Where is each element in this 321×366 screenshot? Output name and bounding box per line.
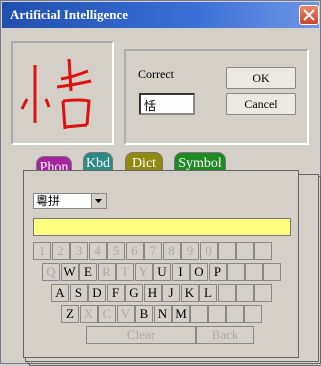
handwriting-preview: [11, 41, 114, 145]
key-k[interactable]: K: [180, 284, 199, 302]
app-window: Artificial Intelligence Correct 恬 OK Can…: [0, 0, 321, 366]
key-m[interactable]: M: [172, 305, 190, 323]
key-l[interactable]: L: [199, 284, 217, 302]
key-j[interactable]: J: [162, 284, 180, 302]
digit-key-5[interactable]: 5: [107, 242, 125, 260]
blank-key[interactable]: [227, 263, 245, 281]
blank-key[interactable]: [218, 284, 236, 302]
key-h[interactable]: H: [143, 284, 162, 302]
key-r[interactable]: R: [97, 263, 116, 281]
window-title: Artificial Intelligence: [10, 7, 129, 22]
key-a[interactable]: A: [51, 284, 69, 302]
digit-key-1[interactable]: 1: [33, 242, 51, 260]
digit-key-4[interactable]: 4: [88, 242, 107, 260]
blank-key[interactable]: [190, 305, 208, 323]
title-bar[interactable]: Artificial Intelligence: [2, 2, 319, 28]
digit-key-9[interactable]: 9: [181, 242, 199, 260]
digit-key-7[interactable]: 7: [144, 242, 162, 260]
candidate-input-bar[interactable]: [33, 218, 291, 236]
key-c[interactable]: C: [98, 305, 116, 323]
ok-button[interactable]: OK: [226, 67, 296, 89]
back-key[interactable]: Back: [196, 326, 254, 344]
digit-key-8[interactable]: 8: [162, 242, 181, 260]
key-u[interactable]: U: [153, 263, 171, 281]
key-y[interactable]: Y: [134, 263, 153, 281]
phonetic-keyboard-panel: 粵拼 1234567890 QWERTYUIOP ASDFGHJKL ZXCVBNMC…: [23, 170, 299, 358]
key-w[interactable]: W: [60, 263, 79, 281]
key-o[interactable]: O: [190, 263, 208, 281]
digit-key-6[interactable]: 6: [125, 242, 144, 260]
key-z[interactable]: Z: [61, 305, 79, 323]
correction-panel: Correct 恬 OK Cancel: [124, 49, 309, 145]
chevron-down-icon: [91, 194, 106, 208]
key-t[interactable]: T: [116, 263, 134, 281]
blank-key[interactable]: [226, 305, 244, 323]
correct-label: Correct: [138, 67, 174, 81]
correct-field[interactable]: 恬: [139, 93, 195, 115]
digit-key-2[interactable]: 2: [51, 242, 70, 260]
blank-key[interactable]: [263, 263, 281, 281]
key-n[interactable]: N: [153, 305, 172, 323]
key-x[interactable]: X: [79, 305, 98, 323]
digit-key-3[interactable]: 3: [70, 242, 88, 260]
key-f[interactable]: F: [106, 284, 125, 302]
key-i[interactable]: I: [171, 263, 190, 281]
blank-key[interactable]: [208, 305, 226, 323]
blank-key[interactable]: [254, 284, 272, 302]
clear-key[interactable]: Clear: [86, 326, 196, 344]
close-button[interactable]: [299, 5, 319, 25]
key-d[interactable]: D: [88, 284, 106, 302]
key-q[interactable]: Q: [42, 263, 60, 281]
blank-key[interactable]: [236, 242, 254, 260]
blank-key[interactable]: [218, 242, 236, 260]
digit-key-0[interactable]: 0: [199, 242, 218, 260]
close-icon: [303, 9, 315, 21]
blank-key[interactable]: [236, 284, 254, 302]
handwritten-character-ink: [20, 58, 92, 130]
key-b[interactable]: B: [135, 305, 153, 323]
cancel-button[interactable]: Cancel: [226, 93, 296, 115]
blank-key[interactable]: [244, 305, 262, 323]
key-g[interactable]: G: [125, 284, 143, 302]
scheme-select[interactable]: 粵拼: [33, 193, 107, 209]
key-e[interactable]: E: [79, 263, 97, 281]
key-s[interactable]: S: [69, 284, 88, 302]
blank-key[interactable]: [245, 263, 263, 281]
blank-key[interactable]: [254, 242, 272, 260]
scheme-select-value: 粵拼: [36, 194, 61, 208]
key-p[interactable]: P: [208, 263, 227, 281]
key-v[interactable]: V: [116, 305, 135, 323]
